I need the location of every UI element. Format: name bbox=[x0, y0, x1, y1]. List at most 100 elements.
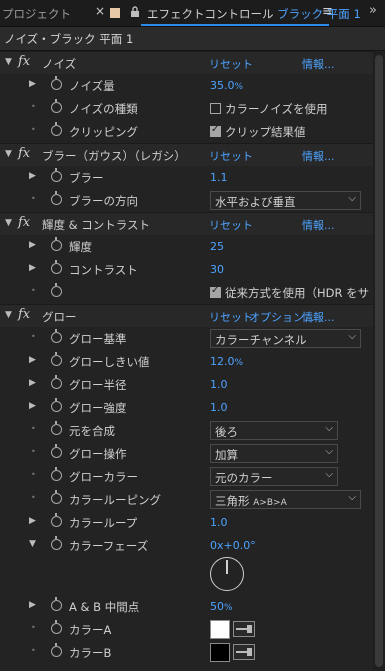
clip-result-checkbox[interactable]: クリップ結果値 bbox=[210, 124, 306, 140]
lock-icon[interactable] bbox=[130, 6, 140, 18]
glow-radius-value[interactable]: 1.0 bbox=[210, 378, 228, 391]
twirl-open-icon[interactable]: ▼ bbox=[29, 539, 36, 549]
stopwatch-icon[interactable] bbox=[51, 237, 62, 251]
glow-operation-dropdown[interactable]: 加算 ⌵ bbox=[210, 444, 338, 463]
effect-header-brightness-contrast[interactable]: ▼ fx 輝度 & コントラスト リセット 情報... bbox=[0, 212, 373, 235]
stopwatch-icon[interactable] bbox=[51, 191, 62, 205]
twirl-closed-icon[interactable]: ▶ bbox=[29, 378, 36, 388]
eyedropper-icon[interactable] bbox=[233, 621, 255, 637]
scrollbar[interactable] bbox=[373, 51, 385, 671]
property-label: ノイズの種類 bbox=[69, 102, 138, 116]
twirl-open-icon[interactable]: ▼ bbox=[5, 218, 12, 228]
effect-header-glow[interactable]: ▼ fx グロー リセット オプション... 情報... bbox=[0, 304, 373, 327]
twirl-closed-icon[interactable]: ▶ bbox=[29, 240, 36, 250]
scrollbar-thumb[interactable] bbox=[375, 55, 383, 667]
use-legacy-checkbox[interactable]: 従来方式を使用（HDR をサ bbox=[210, 285, 369, 301]
property-color-a: • カラーA bbox=[0, 618, 373, 641]
stopwatch-icon[interactable] bbox=[51, 444, 62, 458]
stopwatch-icon[interactable] bbox=[51, 467, 62, 481]
tab-effect-controls-layer: ブラック 平面 1 bbox=[277, 7, 361, 21]
stopwatch-icon[interactable] bbox=[51, 329, 62, 343]
reset-button[interactable]: リセット bbox=[209, 56, 253, 72]
color-noise-checkbox[interactable]: カラーノイズを使用 bbox=[210, 101, 327, 117]
twirl-closed-icon[interactable]: ▶ bbox=[29, 355, 36, 365]
twirl-closed-icon[interactable]: ▶ bbox=[29, 600, 36, 610]
stopwatch-icon[interactable] bbox=[51, 398, 62, 412]
chevron-down-icon: ⌵ bbox=[348, 331, 356, 342]
color-a-swatch[interactable] bbox=[210, 620, 230, 639]
bullet-icon: • bbox=[31, 194, 36, 203]
blurriness-value[interactable]: 1.1 bbox=[210, 171, 228, 184]
color-phase-value[interactable]: 0x+0.0° bbox=[210, 539, 256, 552]
glow-threshold-value[interactable]: 12.0% bbox=[210, 355, 243, 368]
property-color-looping: • カラールーピング 三角形 A>B>A ⌵ bbox=[0, 488, 373, 511]
stopwatch-icon[interactable] bbox=[51, 260, 62, 274]
about-button[interactable]: 情報... bbox=[302, 217, 335, 233]
glow-colors-dropdown[interactable]: 元のカラー ⌵ bbox=[210, 467, 338, 486]
twirl-open-icon[interactable]: ▼ bbox=[5, 57, 12, 67]
stopwatch-icon[interactable] bbox=[51, 513, 62, 527]
twirl-open-icon[interactable]: ▼ bbox=[5, 149, 12, 159]
fx-toggle-icon[interactable]: fx bbox=[18, 146, 30, 161]
effect-header-noise[interactable]: ▼ fx ノイズ リセット 情報... bbox=[0, 51, 373, 74]
composite-original-dropdown[interactable]: 後ろ ⌵ bbox=[210, 421, 338, 440]
color-phase-dial[interactable] bbox=[210, 557, 244, 591]
about-button[interactable]: 情報... bbox=[302, 148, 335, 164]
fx-toggle-icon[interactable]: fx bbox=[18, 307, 30, 322]
property-noise-type: • ノイズの種類 カラーノイズを使用 bbox=[0, 97, 373, 120]
color-b-swatch[interactable] bbox=[210, 643, 230, 662]
property-noise-clipping: • クリッピング クリップ結果値 bbox=[0, 120, 373, 143]
panel-menu-icon[interactable]: ≡ bbox=[322, 4, 333, 19]
reset-button[interactable]: リセット bbox=[209, 309, 253, 325]
twirl-closed-icon[interactable]: ▶ bbox=[29, 171, 36, 181]
fx-toggle-icon[interactable]: fx bbox=[18, 215, 30, 230]
bullet-icon: • bbox=[31, 470, 36, 479]
checkbox-box[interactable] bbox=[210, 103, 221, 114]
stopwatch-icon[interactable] bbox=[51, 76, 62, 90]
property-label: カラーA bbox=[69, 623, 112, 637]
about-button[interactable]: 情報... bbox=[302, 309, 335, 325]
twirl-closed-icon[interactable]: ▶ bbox=[29, 401, 36, 411]
close-tab-button[interactable]: × bbox=[95, 4, 105, 18]
glow-based-on-dropdown[interactable]: カラーチャンネル ⌵ bbox=[210, 329, 361, 348]
twirl-open-icon[interactable]: ▼ bbox=[5, 310, 12, 320]
color-loops-value[interactable]: 1.0 bbox=[210, 516, 228, 529]
reset-button[interactable]: リセット bbox=[209, 217, 253, 233]
stopwatch-icon[interactable] bbox=[51, 597, 62, 611]
twirl-closed-icon[interactable]: ▶ bbox=[29, 79, 36, 89]
stopwatch-icon[interactable] bbox=[51, 536, 62, 550]
stopwatch-icon[interactable] bbox=[51, 620, 62, 634]
stopwatch-icon[interactable] bbox=[51, 490, 62, 504]
property-color-phase: ▼ カラーフェーズ 0x+0.0° bbox=[0, 534, 373, 557]
stopwatch-icon[interactable] bbox=[51, 421, 62, 435]
brightness-value[interactable]: 25 bbox=[210, 240, 224, 253]
about-button[interactable]: 情報... bbox=[302, 56, 335, 72]
dropdown-value: 後ろ bbox=[215, 425, 238, 439]
stopwatch-icon[interactable] bbox=[51, 375, 62, 389]
contrast-value[interactable]: 30 bbox=[210, 263, 224, 276]
glow-intensity-value[interactable]: 1.0 bbox=[210, 401, 228, 414]
twirl-closed-icon[interactable]: ▶ bbox=[29, 263, 36, 273]
stopwatch-icon[interactable] bbox=[51, 643, 62, 657]
property-glow-colors: • グローカラー 元のカラー ⌵ bbox=[0, 465, 373, 488]
blur-direction-dropdown[interactable]: 水平および垂直 ⌵ bbox=[210, 191, 361, 210]
twirl-closed-icon[interactable]: ▶ bbox=[29, 516, 36, 526]
layer-title: ノイズ・ブラック 平面 1 bbox=[4, 32, 134, 46]
stopwatch-icon[interactable] bbox=[51, 168, 62, 182]
property-label: カラーB bbox=[69, 646, 112, 660]
checkbox-box[interactable] bbox=[210, 285, 221, 298]
stopwatch-icon[interactable] bbox=[51, 283, 62, 297]
eyedropper-icon[interactable] bbox=[233, 644, 255, 660]
stopwatch-icon[interactable] bbox=[51, 352, 62, 366]
ab-midpoint-value[interactable]: 50% bbox=[210, 600, 233, 613]
noise-amount-value[interactable]: 35.0% bbox=[210, 79, 243, 92]
reset-button[interactable]: リセット bbox=[209, 148, 253, 164]
stopwatch-icon[interactable] bbox=[51, 99, 62, 113]
fx-toggle-icon[interactable]: fx bbox=[18, 54, 30, 69]
more-panels-icon[interactable]: » bbox=[369, 3, 377, 18]
tab-project[interactable]: プロジェクト bbox=[2, 6, 71, 22]
effect-header-blur[interactable]: ▼ fx ブラー（ガウス）（レガシ） リセット 情報... bbox=[0, 143, 373, 166]
checkbox-box[interactable] bbox=[210, 124, 221, 137]
stopwatch-icon[interactable] bbox=[51, 122, 62, 136]
color-looping-dropdown[interactable]: 三角形 A>B>A ⌵ bbox=[210, 490, 361, 509]
